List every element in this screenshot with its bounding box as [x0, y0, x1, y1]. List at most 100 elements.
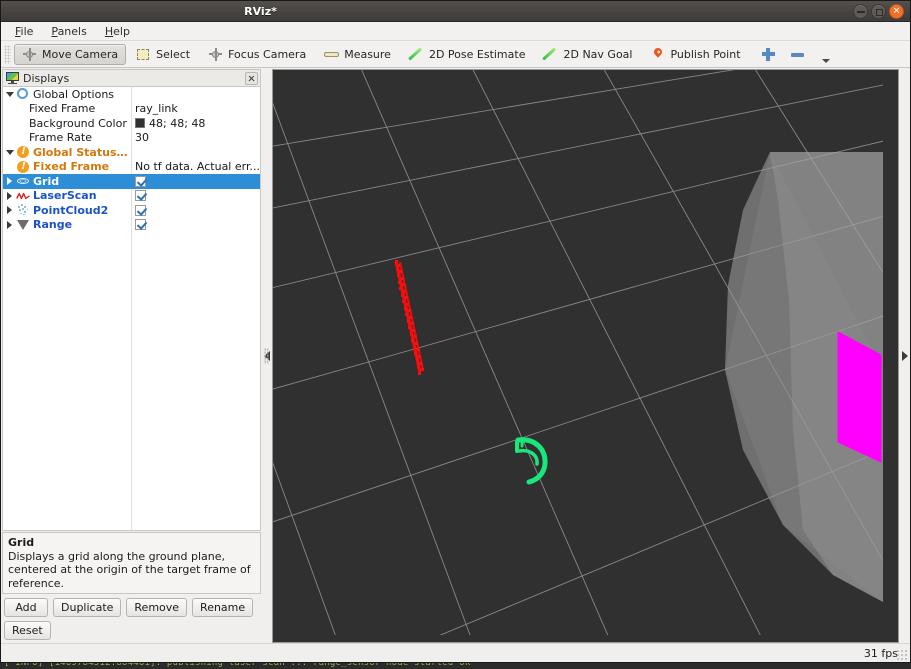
publish-point-icon — [650, 45, 665, 62]
menu-file[interactable]: File — [7, 23, 41, 40]
tool-pose-estimate-label: 2D Pose Estimate — [428, 47, 526, 61]
menu-panels[interactable]: Panels — [43, 23, 94, 40]
window-title: RViz* — [244, 5, 277, 18]
tool-move-camera-label: Move Camera — [42, 47, 119, 61]
range-icon — [16, 219, 30, 231]
tree-label-global-status: Global Status: ... — [33, 145, 131, 159]
remove-button[interactable]: Remove — [126, 598, 188, 617]
tree-label-fixed-frame: Fixed Frame — [29, 102, 96, 116]
render-view-wrap — [272, 68, 899, 643]
reset-button-row: Reset — [2, 618, 261, 643]
grid-icon — [16, 175, 30, 187]
laserscan-icon — [16, 190, 30, 202]
rviz-main-window: RViz* ✕ File Panels Help Move Camera Sel… — [0, 0, 911, 663]
status-bar: 31 fps — [1, 643, 910, 662]
description-text: Displays a grid along the ground plane, … — [8, 549, 251, 590]
resize-grip[interactable] — [896, 649, 908, 661]
tree-value-status-fixed-frame: No tf data. Actual err... — [135, 160, 260, 174]
warning-icon — [16, 160, 30, 173]
tree-label-frame-rate: Frame Rate — [29, 131, 92, 145]
color-swatch — [135, 118, 145, 129]
displays-panel-title: Displays — [23, 71, 70, 85]
move-camera-icon — [22, 47, 37, 62]
tree-value-frame-rate[interactable]: 30 — [131, 131, 260, 144]
tool-move-camera[interactable]: Move Camera — [14, 43, 127, 65]
checkbox-pointcloud2[interactable] — [135, 204, 146, 216]
display-description-box: Grid Displays a grid along the ground pl… — [2, 532, 261, 594]
tool-measure[interactable]: Measure — [316, 44, 399, 65]
tree-row-fixed-frame[interactable]: Fixed Frame ray_link — [3, 102, 260, 117]
checkbox-grid[interactable] — [135, 175, 146, 187]
duplicate-button[interactable]: Duplicate — [53, 598, 122, 617]
tree-label-global-options: Global Options — [33, 87, 115, 101]
tool-measure-label: Measure — [344, 47, 391, 61]
expander-global-options[interactable] — [3, 91, 16, 97]
tool-publish-point[interactable]: Publish Point — [642, 44, 748, 65]
3d-render-view[interactable] — [272, 69, 899, 643]
displays-dock: Displays Global Options Fixed Frame ray_… — [1, 68, 261, 643]
maximize-button[interactable] — [871, 4, 886, 19]
close-button[interactable]: ✕ — [889, 4, 904, 19]
tree-row-frame-rate[interactable]: Frame Rate 30 — [3, 131, 260, 146]
tool-focus-camera[interactable]: Focus Camera — [200, 44, 314, 65]
tree-row-global-options[interactable]: Global Options — [3, 87, 260, 102]
menu-panels-label: anels — [57, 24, 87, 38]
checkbox-laserscan[interactable] — [135, 190, 146, 202]
tree-label-background-color: Background Color — [29, 116, 127, 130]
minimize-button[interactable] — [853, 4, 868, 19]
expander-laserscan[interactable] — [3, 191, 16, 200]
tool-nav-goal-label: 2D Nav Goal — [563, 47, 633, 61]
plus-icon[interactable] — [761, 47, 776, 62]
display-monitor-icon — [6, 72, 19, 84]
reset-button[interactable]: Reset — [4, 620, 51, 640]
gear-icon — [16, 88, 30, 100]
toolbar-overflow-button[interactable] — [819, 44, 832, 64]
tree-value-fixed-frame[interactable]: ray_link — [131, 102, 260, 115]
add-button[interactable]: Add — [4, 598, 48, 617]
left-panel-splitter[interactable] — [261, 68, 272, 643]
scene-graphics — [273, 70, 883, 635]
pointcloud-icon — [16, 204, 30, 216]
tree-row-status-fixed-frame[interactable]: Fixed Frame No tf data. Actual err... — [3, 160, 260, 175]
menu-help-label: elp — [113, 24, 130, 38]
checkbox-range[interactable] — [135, 219, 146, 231]
tree-row-background-color[interactable]: Background Color 48; 48; 48 — [3, 116, 260, 131]
collapse-right-arrow-icon[interactable] — [901, 350, 908, 361]
rename-button[interactable]: Rename — [192, 598, 254, 617]
tree-label-laserscan: LaserScan — [33, 189, 97, 203]
minus-icon[interactable] — [790, 47, 805, 62]
tool-focus-camera-label: Focus Camera — [228, 47, 307, 61]
tool-publish-point-label: Publish Point — [670, 47, 741, 61]
tree-label-grid: Grid — [33, 174, 60, 188]
tool-select[interactable]: Select — [128, 44, 198, 65]
fps-indicator: 31 fps — [863, 646, 898, 660]
tool-pose-estimate[interactable]: 2D Pose Estimate — [401, 44, 534, 65]
menu-help[interactable]: Help — [97, 23, 138, 40]
expander-range[interactable] — [3, 220, 16, 229]
tree-row-grid[interactable]: Grid — [3, 174, 260, 189]
tree-row-laserscan[interactable]: LaserScan — [3, 189, 260, 204]
right-panel-splitter[interactable] — [899, 68, 910, 643]
splitter-grip-dots — [264, 347, 269, 364]
close-icon[interactable] — [245, 71, 258, 85]
pose-estimate-icon — [408, 47, 424, 62]
expander-global-status[interactable] — [3, 149, 16, 155]
tool-select-label: Select — [156, 47, 191, 61]
expander-pointcloud2[interactable] — [3, 206, 16, 215]
display-action-buttons: Add Duplicate Remove Rename — [2, 594, 261, 618]
expander-grid[interactable] — [3, 177, 16, 186]
select-icon — [136, 47, 151, 62]
tool-nav-goal[interactable]: 2D Nav Goal — [535, 44, 640, 65]
tree-row-pointcloud2[interactable]: PointCloud2 — [3, 203, 260, 218]
main-body: Displays Global Options Fixed Frame ray_… — [1, 68, 910, 643]
tree-row-global-status[interactable]: Global Status: ... — [3, 145, 260, 160]
tree-label-range: Range — [33, 218, 73, 232]
displays-tree[interactable]: Global Options Fixed Frame ray_link Back… — [2, 86, 261, 531]
description-title: Grid — [8, 536, 35, 549]
tree-label-status-fixed-frame: Fixed Frame — [33, 160, 110, 174]
window-controls: ✕ — [853, 4, 904, 19]
toolbar-drag-handle[interactable] — [4, 44, 11, 64]
tree-row-range[interactable]: Range — [3, 218, 260, 233]
tree-value-background-color: 48; 48; 48 — [149, 116, 206, 130]
displays-panel-header: Displays — [2, 69, 261, 86]
